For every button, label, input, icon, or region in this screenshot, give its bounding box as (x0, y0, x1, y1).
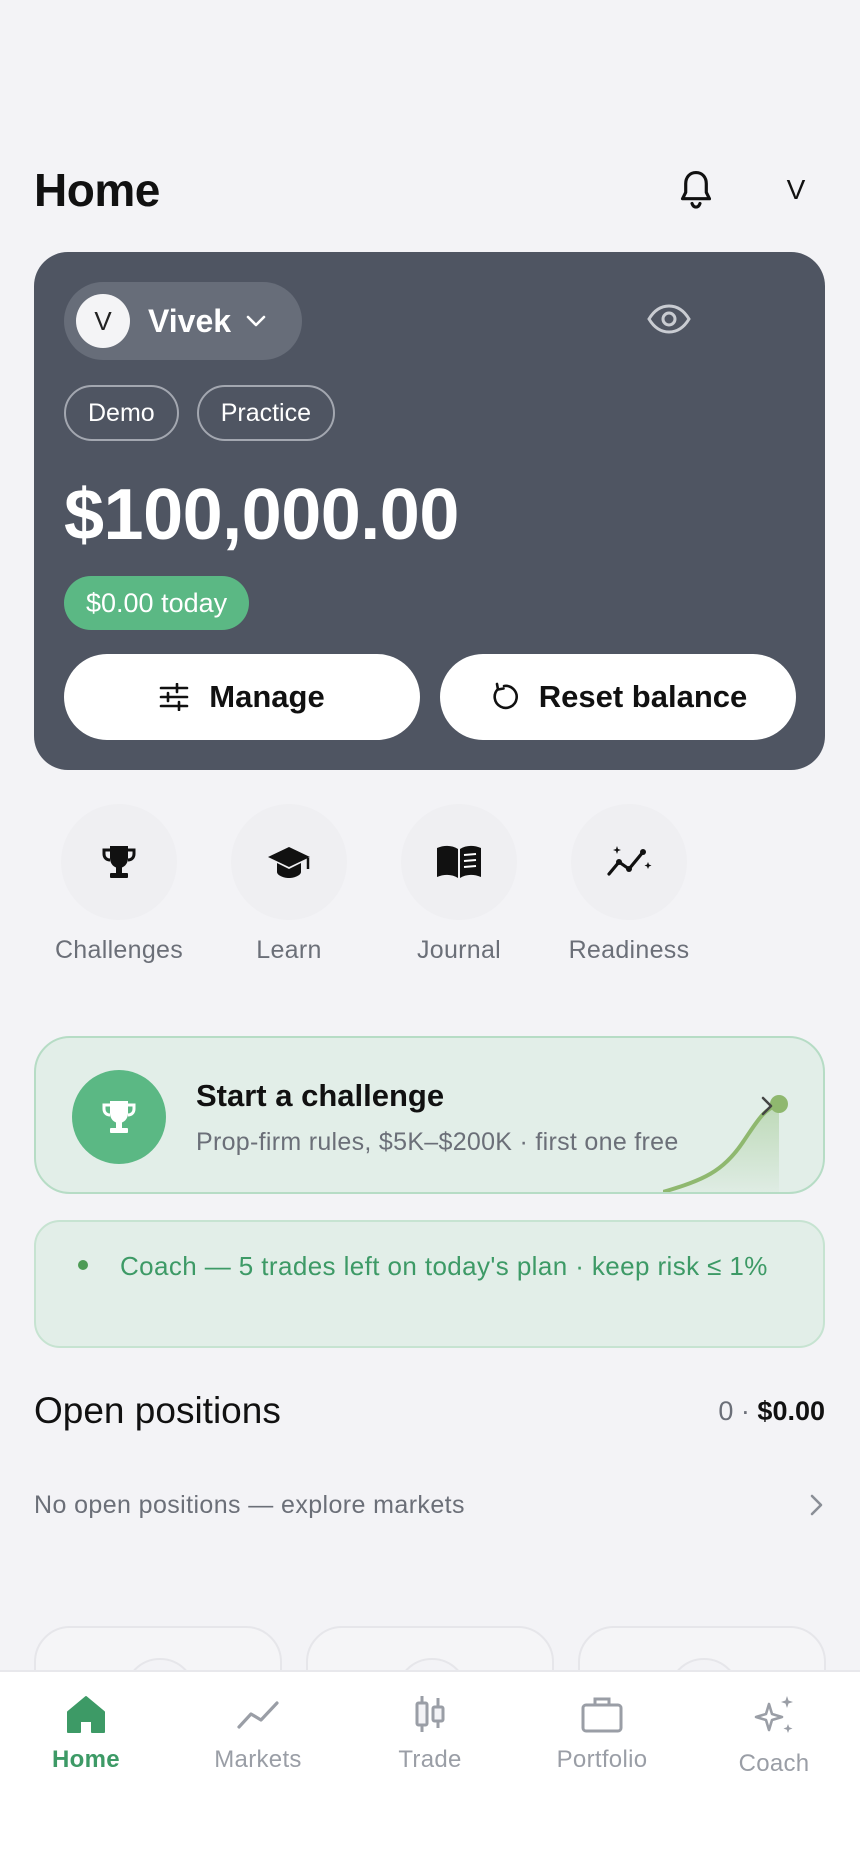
profile-avatar[interactable]: V (766, 160, 826, 220)
account-tags: Demo Practice (64, 385, 335, 441)
header: Home V (34, 150, 826, 230)
notifications-button[interactable] (670, 164, 722, 216)
eye-icon (647, 304, 691, 334)
candlestick-icon (415, 1696, 445, 1732)
trophy-icon (61, 804, 177, 920)
shortcut-learn[interactable]: Learn (204, 804, 374, 965)
chevron-right-icon (810, 1494, 823, 1516)
growth-curve-illustration (663, 1095, 788, 1192)
tag-practice: Practice (196, 385, 335, 441)
balance-card: V Vivek Demo Practice $100,000.00 $0.00 … (34, 252, 825, 770)
shortcut-label: Readiness (568, 936, 690, 964)
book-icon (401, 804, 517, 920)
shortcut-challenges[interactable]: Challenges (34, 804, 204, 965)
challenge-title: Start a challenge (196, 1078, 445, 1113)
header-actions: V (670, 160, 826, 220)
account-avatar: V (76, 294, 130, 348)
manage-button[interactable]: Manage (64, 654, 420, 740)
today-change-badge: $0.00 today (64, 576, 250, 630)
trophy-icon (72, 1070, 166, 1164)
sliders-icon (159, 683, 189, 711)
bell-icon (680, 170, 712, 209)
tab-label: Markets (214, 1746, 302, 1773)
challenge-subtitle: Prop-firm rules, $5K–$200K · first one f… (196, 1128, 679, 1156)
tab-label: Trade (398, 1746, 462, 1773)
empty-positions-text: No open positions — explore markets (34, 1490, 465, 1519)
shortcut-label: Learn (256, 936, 322, 964)
bottom-tab-bar: Home Markets Trade Portfolio Coach (0, 1670, 860, 1869)
tab-coach[interactable]: Coach (688, 1672, 860, 1869)
refresh-icon (493, 682, 518, 710)
balance-amount: $100,000.00 (64, 475, 459, 555)
open-positions-title: Open positions (34, 1390, 281, 1431)
positions-summary: 0 · $0.00 (718, 1396, 825, 1427)
trend-line-icon (237, 1701, 279, 1729)
tab-label: Portfolio (556, 1746, 648, 1773)
graduation-cap-icon (231, 804, 347, 920)
shortcut-journal[interactable]: Journal (374, 804, 544, 965)
coach-tip-text: Coach — 5 trades left on today's plan · … (120, 1251, 768, 1281)
coach-tip-card[interactable]: Coach — 5 trades left on today's plan · … (34, 1220, 825, 1348)
manage-label: Manage (209, 679, 325, 714)
chevron-down-icon (245, 314, 267, 328)
explore-markets-row[interactable]: No open positions — explore markets (34, 1480, 825, 1530)
open-positions-header: Open positions 0 · $0.00 (34, 1390, 825, 1432)
sparkles-icon (754, 1696, 793, 1733)
toggle-balance-visibility[interactable] (646, 296, 692, 342)
tab-portfolio[interactable]: Portfolio (516, 1672, 688, 1869)
account-switcher[interactable]: V Vivek (64, 282, 302, 360)
shortcut-label: Challenges (54, 936, 184, 964)
home-icon (67, 1696, 105, 1733)
shortcuts: Challenges Learn Journal Readiness (34, 804, 714, 965)
reset-balance-button[interactable]: Reset balance (440, 654, 796, 740)
shortcut-readiness[interactable]: Readiness (544, 804, 714, 965)
page-title: Home (34, 164, 160, 216)
tag-demo: Demo (64, 385, 179, 441)
tab-label: Coach (738, 1750, 810, 1777)
tab-markets[interactable]: Markets (172, 1672, 344, 1869)
shortcut-label: Journal (416, 936, 502, 964)
start-challenge-card[interactable]: Start a challenge Prop-firm rules, $5K–$… (34, 1036, 825, 1194)
tab-trade[interactable]: Trade (344, 1672, 516, 1869)
status-dot (78, 1260, 88, 1270)
tab-home[interactable]: Home (0, 1672, 172, 1869)
reset-balance-label: Reset balance (538, 679, 748, 714)
positions-count: 0 · (718, 1395, 758, 1426)
account-name: Vivek (148, 302, 232, 339)
briefcase-icon (581, 1697, 623, 1733)
trend-chart-icon (571, 804, 687, 920)
tab-label: Home (52, 1746, 120, 1773)
positions-total: $0.00 (757, 1395, 825, 1426)
